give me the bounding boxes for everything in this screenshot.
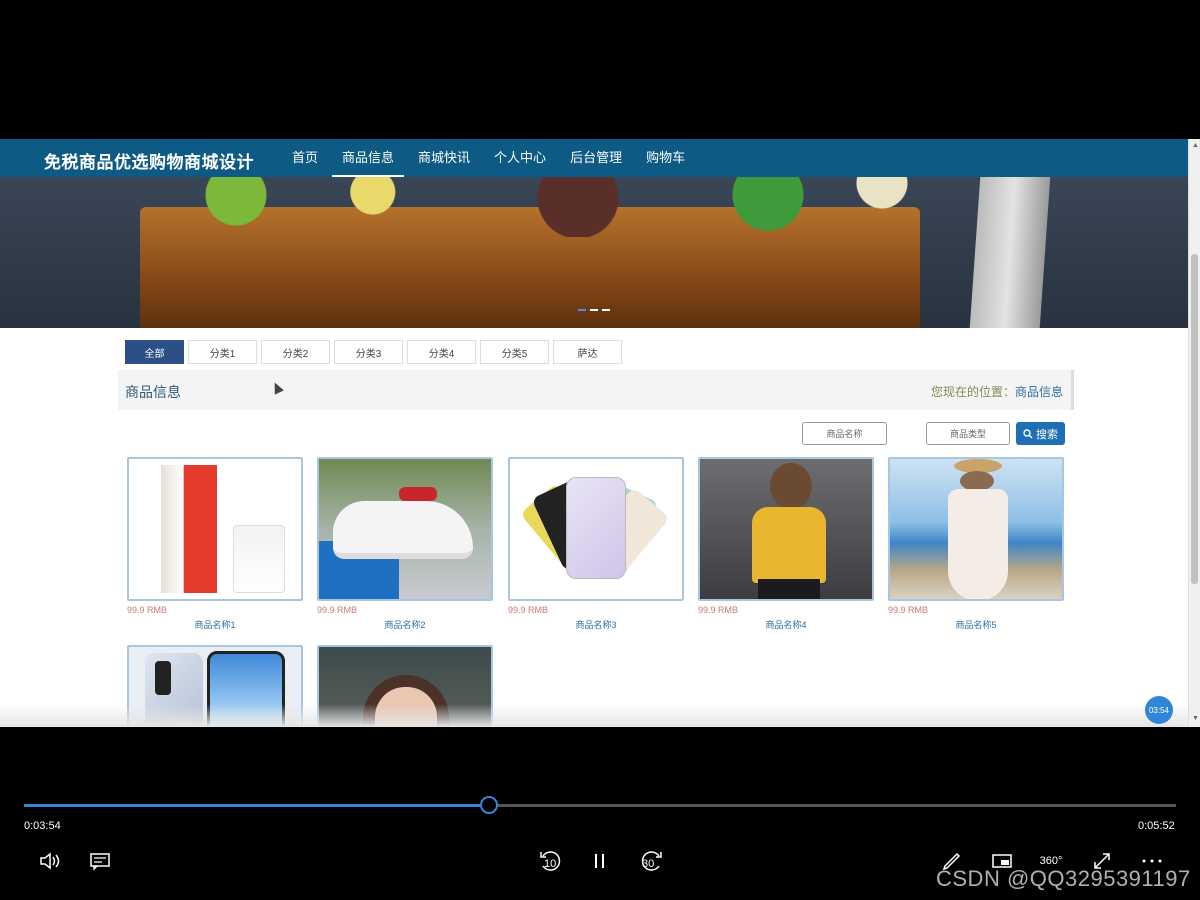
- product-card[interactable]: 99.9 RMB 商品名称2: [317, 457, 493, 631]
- product-card[interactable]: 99.9 RMB 商品名称3: [508, 457, 684, 631]
- nav-news[interactable]: 商城快讯: [408, 139, 480, 177]
- product-price: 99.9 RMB: [888, 605, 929, 615]
- nav-products[interactable]: 商品信息: [332, 139, 405, 177]
- product-image-woman-white-dress[interactable]: [888, 457, 1064, 601]
- section-header: 商品信息 您现在的位置：商品信息: [118, 370, 1074, 410]
- model-dress-shape: [948, 489, 1008, 599]
- banner-image-knife: [969, 177, 1051, 328]
- top-navbar: 免税商品优选购物商城设计 首页 商品信息 商城快讯 个人中心 后台管理 购物车: [0, 139, 1188, 177]
- product-image-woman-yellow[interactable]: [698, 457, 874, 601]
- product-price: 99.9 RMB: [127, 605, 168, 615]
- timestamp-badge: 03:54: [1145, 696, 1173, 724]
- forward-30-button[interactable]: 30: [636, 848, 666, 874]
- carousel-indicators: [578, 309, 610, 311]
- nav-user-center[interactable]: 个人中心: [484, 139, 556, 177]
- product-name[interactable]: 商品名称2: [317, 618, 493, 631]
- model-head-shape: [960, 471, 994, 491]
- nav-links: 首页 商品信息 商城快讯 个人中心 后台管理 购物车: [282, 139, 699, 177]
- search-button-label: 搜索: [1036, 428, 1058, 441]
- product-card[interactable]: 99.9 RMB 商品名称1: [127, 457, 303, 631]
- forward-label: 30: [642, 858, 655, 870]
- product-card[interactable]: 99.9 RMB 商品名称4: [698, 457, 874, 631]
- milk-label-art: [165, 483, 215, 503]
- breadcrumb-prefix: 您现在的位置：: [930, 385, 1015, 399]
- breadcrumb-current[interactable]: 商品信息: [1015, 385, 1063, 399]
- browser-viewport: 免税商品优选购物商城设计 首页 商品信息 商城快讯 个人中心 后台管理 购物车 …: [0, 139, 1200, 727]
- scrollbar-thumb[interactable]: [1191, 254, 1198, 584]
- category-1[interactable]: 分类1: [188, 340, 257, 364]
- search-icon: [1023, 428, 1033, 439]
- watermark: CSDN @QQ3295391197: [936, 866, 1191, 891]
- scroll-up-icon[interactable]: ▲: [1192, 142, 1199, 149]
- model-head-shape: [770, 463, 812, 509]
- section-title: 商品信息: [125, 384, 181, 400]
- current-time: 0:03:54: [24, 820, 61, 832]
- subtitles-icon[interactable]: [86, 848, 114, 874]
- scroll-down-icon[interactable]: ▼: [1192, 715, 1199, 722]
- category-5[interactable]: 分类5: [480, 340, 549, 364]
- model-legs-shape: [758, 579, 820, 599]
- search-type-input[interactable]: 商品类型: [926, 422, 1010, 445]
- category-sada[interactable]: 萨达: [553, 340, 622, 364]
- progress-knob[interactable]: [479, 796, 498, 814]
- carousel-dot[interactable]: [602, 309, 610, 311]
- milk-glass-shape: [233, 525, 285, 593]
- search-button[interactable]: 搜索: [1016, 422, 1065, 445]
- rewind-label: 10: [544, 858, 557, 870]
- sneaker-accent: [399, 487, 437, 501]
- progress-fill: [24, 804, 489, 807]
- phone-camera-shape: [155, 661, 171, 695]
- product-name[interactable]: 商品名称3: [508, 618, 684, 631]
- search-name-input[interactable]: 商品名称: [802, 422, 887, 445]
- nav-admin[interactable]: 后台管理: [560, 139, 632, 177]
- bottom-fade: [0, 704, 1188, 727]
- banner-carousel[interactable]: [0, 177, 1188, 328]
- product-price: 99.9 RMB: [698, 605, 739, 615]
- phone-shape: [566, 477, 626, 579]
- nav-home[interactable]: 首页: [282, 139, 328, 177]
- product-name[interactable]: 商品名称5: [888, 618, 1064, 631]
- nav-cart[interactable]: 购物车: [636, 139, 695, 177]
- carousel-dot[interactable]: [590, 309, 598, 311]
- product-image-smartphones[interactable]: [508, 457, 684, 601]
- model-body-shape: [752, 507, 826, 583]
- product-name[interactable]: 商品名称1: [127, 618, 303, 631]
- pause-button[interactable]: [586, 848, 614, 874]
- category-2[interactable]: 分类2: [261, 340, 330, 364]
- banner-image-toppings: [160, 177, 920, 237]
- total-time: 0:05:52: [1138, 820, 1175, 832]
- product-price: 99.9 RMB: [317, 605, 358, 615]
- sneaker-shape: [333, 501, 473, 559]
- product-image-milk[interactable]: [127, 457, 303, 601]
- rewind-10-button[interactable]: 10: [536, 848, 566, 874]
- category-all[interactable]: 全部: [125, 340, 184, 364]
- progress-bar[interactable]: [24, 796, 1176, 814]
- volume-icon[interactable]: [36, 848, 64, 874]
- site-title[interactable]: 免税商品优选购物商城设计: [44, 148, 254, 173]
- category-3[interactable]: 分类3: [334, 340, 403, 364]
- category-filter-bar: 全部 分类1 分类2 分类3 分类4 分类5 萨达: [125, 340, 622, 364]
- product-card[interactable]: 99.9 RMB 商品名称5: [888, 457, 1064, 631]
- vertical-scrollbar[interactable]: ▲ ▼: [1188, 139, 1200, 727]
- product-name[interactable]: 商品名称4: [698, 618, 874, 631]
- product-price: 99.9 RMB: [508, 605, 549, 615]
- category-4[interactable]: 分类4: [407, 340, 476, 364]
- carousel-dot[interactable]: [578, 309, 586, 311]
- product-image-sneakers[interactable]: [317, 457, 493, 601]
- breadcrumb: 您现在的位置：商品信息: [931, 383, 1063, 400]
